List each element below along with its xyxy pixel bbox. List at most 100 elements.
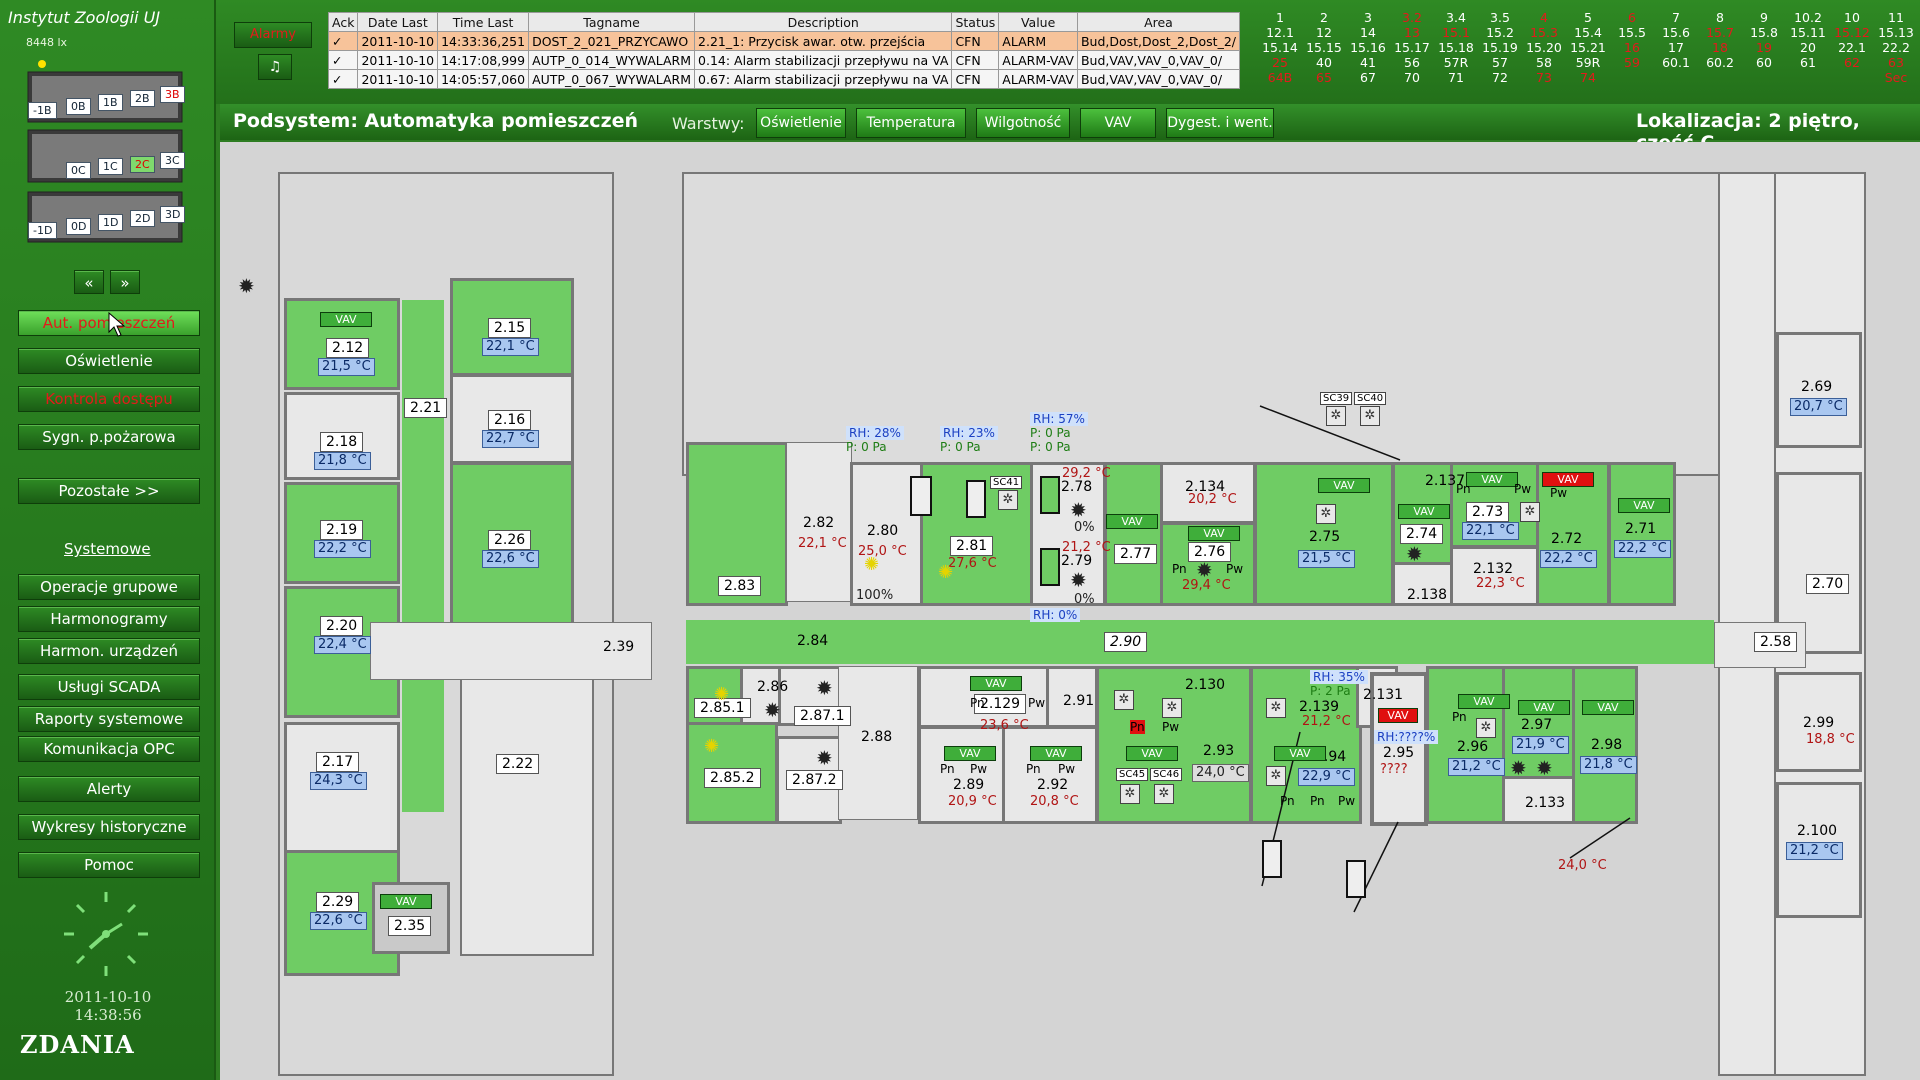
fan-icon[interactable]: ✲: [1316, 504, 1336, 524]
room-grid-cell[interactable]: 60.2: [1698, 55, 1742, 70]
room-grid-cell[interactable]: 10.2: [1786, 10, 1830, 25]
fan-icon[interactable]: ✲: [1520, 502, 1540, 522]
alarm-row[interactable]: ✓ 2011-10-10 14:05:57,060 AUTP_0_067_WYWALA…: [327, 69, 1241, 89]
temperature-alert[interactable]: 22,1 °C: [798, 536, 847, 551]
fan-icon[interactable]: ✲: [1162, 698, 1182, 718]
temperature-readout[interactable]: 22,6 °C: [482, 550, 539, 568]
room-grid-cell[interactable]: 4: [1522, 10, 1566, 25]
room-grid-cell[interactable]: 11: [1874, 10, 1918, 25]
temperature-readout[interactable]: 20,7 °C: [1790, 398, 1847, 416]
room-grid-cell[interactable]: 70: [1390, 70, 1434, 85]
room-grid-cell[interactable]: 57: [1478, 55, 1522, 70]
col-time-last[interactable]: Time Last: [437, 12, 530, 32]
col-status[interactable]: Status: [951, 12, 1000, 32]
vav-unit[interactable]: VAV: [1466, 472, 1518, 487]
room-grid-cell[interactable]: 3.2: [1390, 10, 1434, 25]
vav-unit[interactable]: VAV: [1126, 746, 1178, 761]
floor-button-active[interactable]: 2C: [130, 156, 155, 173]
temperature-alert[interactable]: 29,2 °C: [1062, 466, 1111, 481]
nav-schedules[interactable]: Harmonogramy: [18, 606, 200, 632]
vav-unit[interactable]: VAV: [1274, 746, 1326, 761]
fume-hood-icon[interactable]: [1262, 840, 1282, 878]
light-off-icon[interactable]: ✹: [816, 746, 833, 770]
room-grid-cell[interactable]: 65: [1302, 70, 1346, 85]
layer-humidity-button[interactable]: Wilgotność: [976, 108, 1070, 138]
room-grid-cell[interactable]: 59R: [1566, 55, 1610, 70]
room-grid-cell[interactable]: [1654, 70, 1698, 85]
alarm-ack[interactable]: ✓: [327, 31, 359, 51]
room-grid-cell[interactable]: 9: [1742, 10, 1786, 25]
room-grid-cell[interactable]: 72: [1478, 70, 1522, 85]
light-on-icon[interactable]: ✺: [864, 554, 879, 575]
temperature-alert[interactable]: 20,2 °C: [1188, 492, 1237, 507]
light-off-icon[interactable]: ✹: [1070, 498, 1087, 522]
floor-button[interactable]: 3C: [160, 152, 185, 169]
room-grid-cell[interactable]: 19: [1742, 40, 1786, 55]
room-grid-cell[interactable]: 16: [1610, 40, 1654, 55]
humidity-readout[interactable]: RH: 57%: [1030, 412, 1088, 426]
col-ack[interactable]: Ack: [327, 12, 359, 32]
temperature-readout[interactable]: 22,1 °C: [482, 338, 539, 356]
temperature-readout[interactable]: 22,6 °C: [310, 912, 367, 930]
room-grid-cell[interactable]: 58: [1522, 55, 1566, 70]
fan-icon[interactable]: ✲: [1154, 784, 1174, 804]
floor-button[interactable]: 0B: [66, 98, 91, 115]
room-grid-cell[interactable]: 62: [1830, 55, 1874, 70]
vav-unit[interactable]: VAV: [320, 312, 372, 327]
room-grid-cell[interactable]: 15.4: [1566, 25, 1610, 40]
col-date-last[interactable]: Date Last: [357, 12, 439, 32]
light-off-icon[interactable]: ✹: [1196, 558, 1213, 582]
fan-icon[interactable]: ✲: [1326, 406, 1346, 426]
vav-unit-alarm[interactable]: VAV: [1378, 708, 1418, 723]
fume-hood-icon[interactable]: [1040, 548, 1060, 586]
nav-more[interactable]: Pozostałe >>: [18, 478, 200, 504]
fan-icon[interactable]: ✲: [1114, 690, 1134, 710]
nav-device-schedules[interactable]: Harmon. urządzeń: [18, 638, 200, 664]
room-grid-cell[interactable]: 15.19: [1478, 40, 1522, 55]
temperature-alert[interactable]: ????: [1380, 762, 1408, 777]
humidity-readout[interactable]: RH:????%: [1374, 730, 1439, 744]
room-grid-cell[interactable]: 63: [1874, 55, 1918, 70]
room-grid-cell[interactable]: 15.18: [1434, 40, 1478, 55]
layer-lighting-button[interactable]: Oświetlenie: [756, 108, 846, 138]
alarm-row[interactable]: ✓ 2011-10-10 14:17:08,999 AUTP_0_014_WYWALA…: [327, 50, 1241, 70]
room-grid-cell[interactable]: 5: [1566, 10, 1610, 25]
light-on-icon[interactable]: ✺: [704, 736, 719, 757]
room-grid-cell[interactable]: 64B: [1258, 70, 1302, 85]
humidity-readout[interactable]: RH: 28%: [846, 426, 904, 440]
vav-unit[interactable]: VAV: [1582, 700, 1634, 715]
vav-unit[interactable]: VAV: [1030, 746, 1082, 761]
vav-unit[interactable]: VAV: [1398, 504, 1450, 519]
temperature-alert[interactable]: 20,9 °C: [948, 794, 997, 809]
room-grid-cell[interactable]: 22.2: [1874, 40, 1918, 55]
room-grid-cell[interactable]: 60.1: [1654, 55, 1698, 70]
vav-unit[interactable]: VAV: [1458, 694, 1510, 709]
col-description[interactable]: Description: [694, 12, 953, 32]
light-off-icon[interactable]: ✹: [1070, 568, 1087, 592]
room-grid-cell[interactable]: 61: [1786, 55, 1830, 70]
room-grid-cell[interactable]: 41: [1346, 55, 1390, 70]
room-grid-cell[interactable]: 2: [1302, 10, 1346, 25]
room-grid-cell[interactable]: 57R: [1434, 55, 1478, 70]
room-grid-cell[interactable]: [1830, 70, 1874, 85]
bell-icon[interactable]: ♫: [258, 54, 292, 80]
temperature-readout[interactable]: 22,2 °C: [1614, 540, 1671, 558]
temperature-readout[interactable]: 22,1 °C: [1462, 522, 1519, 540]
vav-unit[interactable]: VAV: [1188, 526, 1240, 541]
room-grid-cell[interactable]: 20: [1786, 40, 1830, 55]
light-off-icon[interactable]: ✹: [764, 698, 781, 722]
vav-unit[interactable]: VAV: [1518, 700, 1570, 715]
fume-hood-icon[interactable]: [1346, 860, 1366, 898]
humidity-readout[interactable]: RH: 35%: [1310, 670, 1368, 684]
fume-hood-icon[interactable]: [910, 476, 932, 516]
humidity-readout[interactable]: RH: 0%: [1030, 608, 1081, 622]
room-grid-cell[interactable]: 8: [1698, 10, 1742, 25]
floor-button[interactable]: 0D: [66, 218, 92, 235]
nav-fire-alarm[interactable]: Sygn. p.pożarowa: [18, 424, 200, 450]
humidity-readout[interactable]: RH: 23%: [940, 426, 998, 440]
room-grid-cell[interactable]: 15.1: [1434, 25, 1478, 40]
light-on-icon[interactable]: ✺: [714, 684, 729, 705]
nav-opc-communication[interactable]: Komunikacja OPC: [18, 736, 200, 762]
room-grid-cell[interactable]: 15.6: [1654, 25, 1698, 40]
room-grid-cell[interactable]: [1742, 70, 1786, 85]
